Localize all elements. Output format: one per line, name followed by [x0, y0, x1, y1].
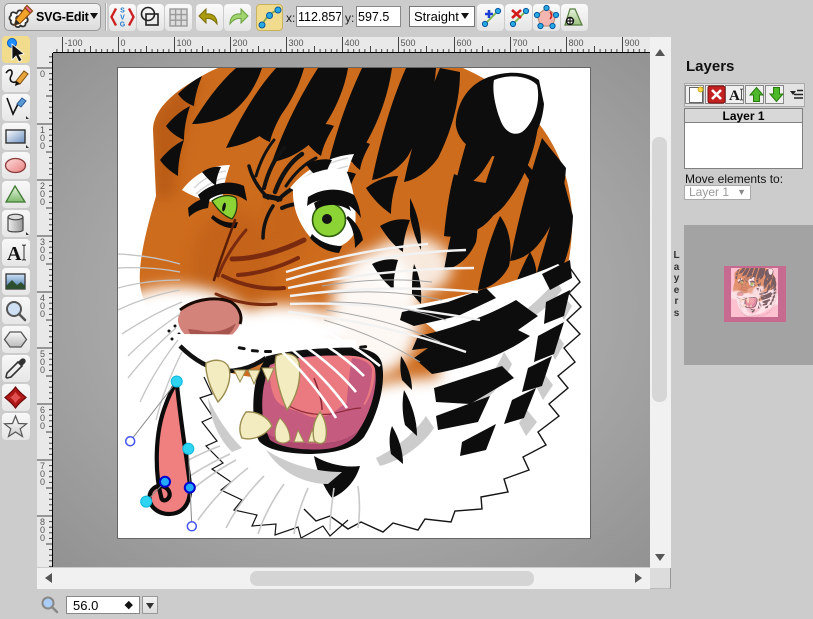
svg-text:200: 200 — [233, 38, 248, 48]
svg-text:0: 0 — [121, 38, 126, 48]
svg-text:800: 800 — [569, 38, 584, 48]
svg-text:0: 0 — [40, 141, 45, 151]
svg-text:700: 700 — [513, 38, 528, 48]
svg-text:900: 900 — [625, 38, 640, 48]
svg-text:0: 0 — [40, 309, 45, 319]
svg-text:0: 0 — [40, 365, 45, 375]
svg-text:600: 600 — [457, 38, 472, 48]
svg-text:V: V — [120, 15, 125, 22]
svg-text:0: 0 — [40, 69, 45, 79]
svg-text:G: G — [120, 22, 126, 29]
svg-text:0: 0 — [40, 421, 45, 431]
svg-text:0: 0 — [40, 477, 45, 487]
svg-text:100: 100 — [177, 38, 192, 48]
svg-text:500: 500 — [401, 38, 416, 48]
svg-text:0: 0 — [40, 533, 45, 543]
svg-text:300: 300 — [289, 38, 304, 48]
svg-text:A: A — [7, 243, 22, 265]
svg-text:-100: -100 — [65, 38, 83, 48]
svg-text:0: 0 — [40, 253, 45, 263]
svg-text:S: S — [120, 8, 125, 15]
svg-text:0: 0 — [40, 197, 45, 207]
svg-text:A: A — [729, 88, 740, 104]
svg-text:400: 400 — [345, 38, 360, 48]
